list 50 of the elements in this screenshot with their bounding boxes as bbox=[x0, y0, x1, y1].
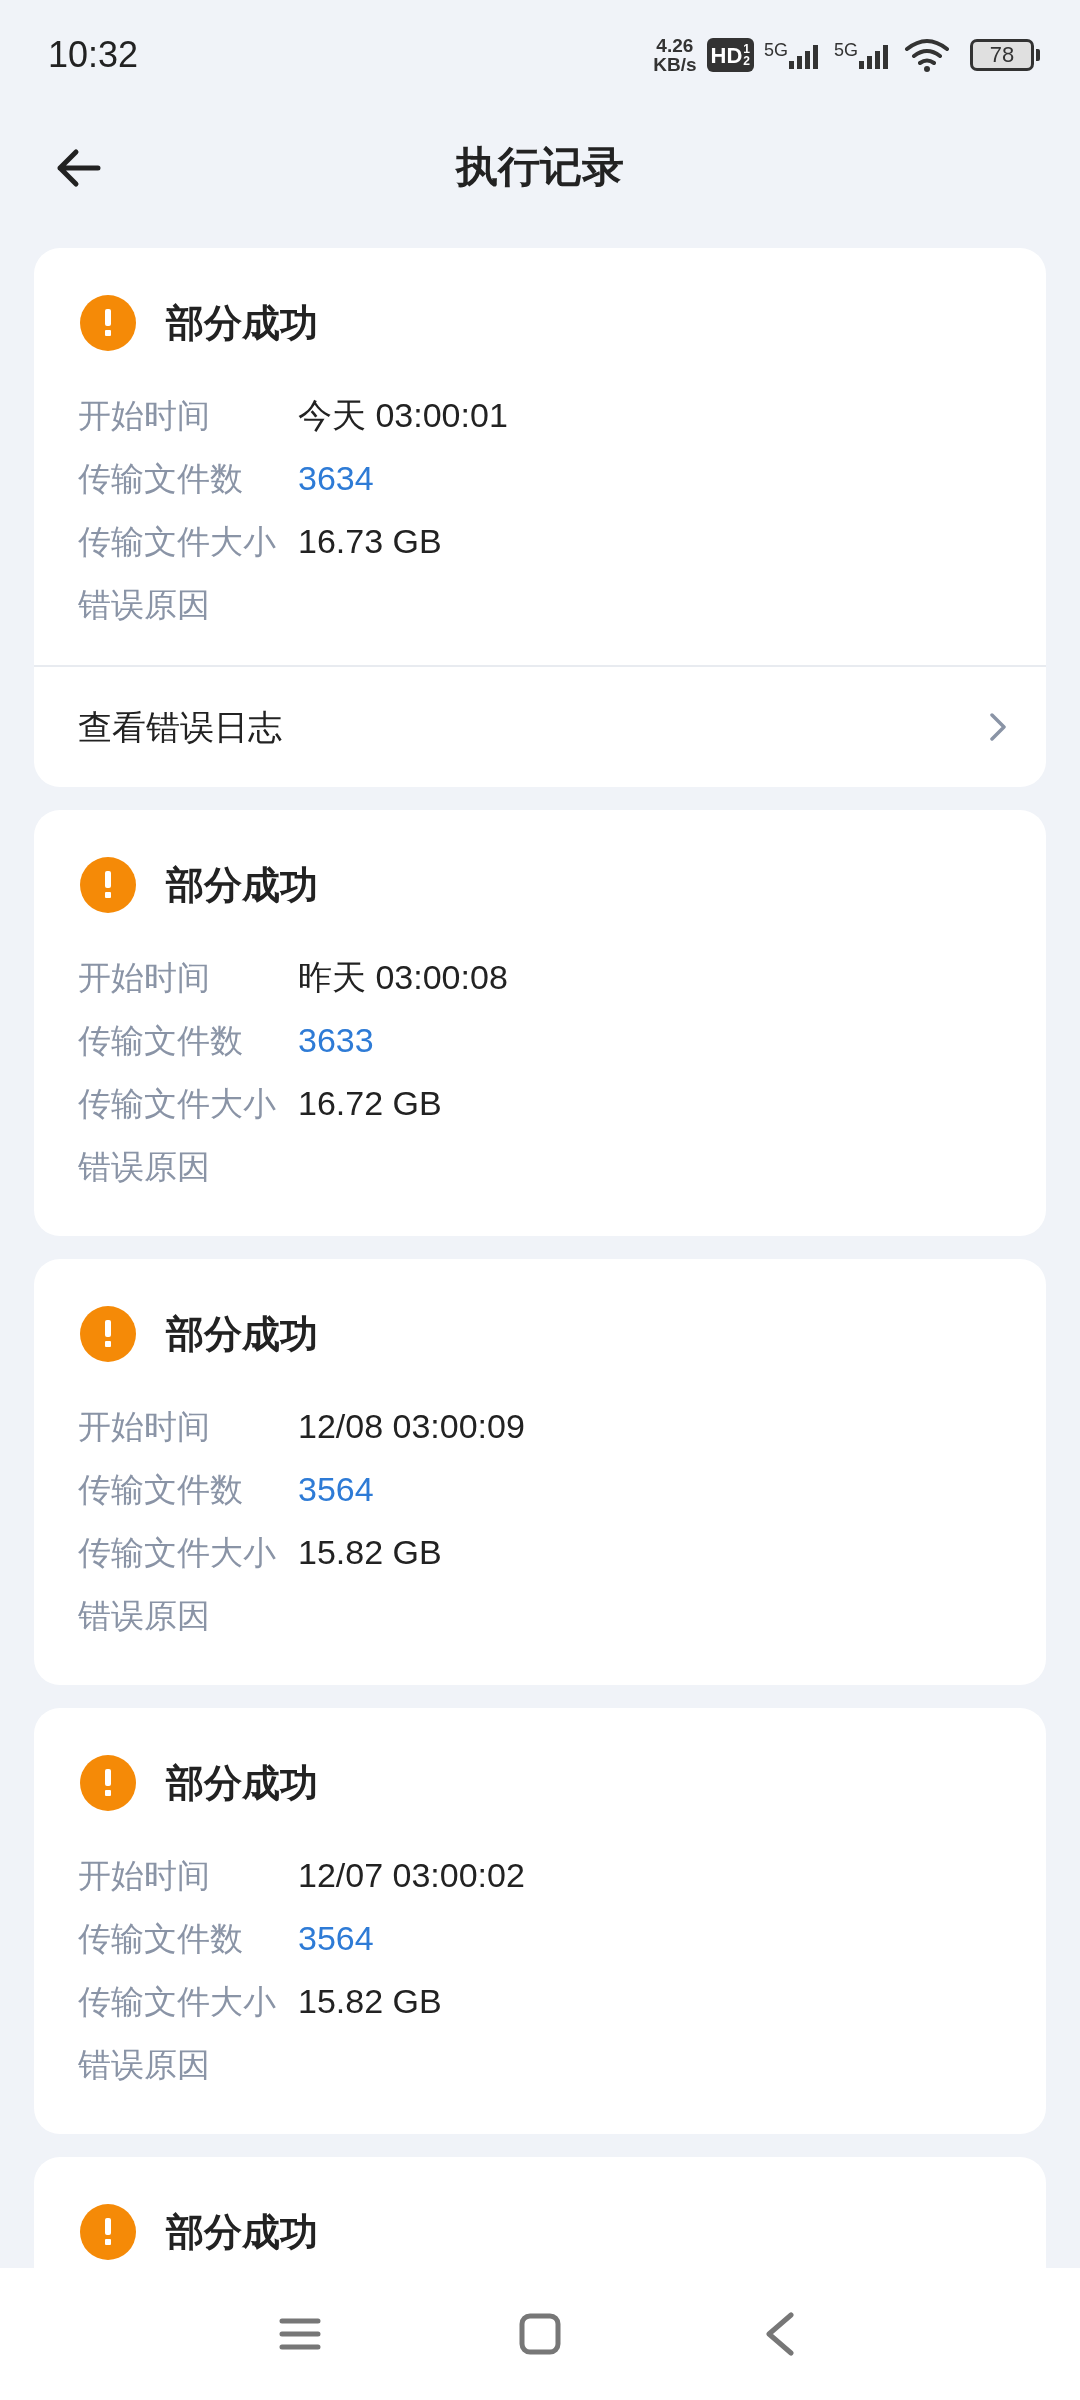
field-label: 传输文件数 bbox=[78, 1918, 244, 1959]
field-label: 传输文件数 bbox=[78, 1469, 244, 1510]
status-title: 部分成功 bbox=[166, 2209, 318, 2255]
field-label: 错误原因 bbox=[78, 1595, 211, 1636]
field-label: 传输文件数 bbox=[78, 458, 244, 499]
field-label: 传输文件大小 bbox=[78, 521, 277, 562]
network-type: 5G bbox=[763, 41, 788, 59]
field-label: 开始时间 bbox=[78, 395, 211, 436]
warning-icon bbox=[80, 2204, 136, 2260]
speed-unit: KB/s bbox=[653, 55, 697, 74]
field-value: 16.73 GB bbox=[298, 521, 442, 562]
error-log-link[interactable]: 查看错误日志 bbox=[34, 665, 1046, 787]
field-value: 3564 bbox=[298, 1918, 374, 1959]
network-speed: 4.26 bbox=[656, 36, 694, 55]
field-label: 传输文件大小 bbox=[78, 1532, 277, 1573]
back-icon bbox=[765, 2312, 795, 2356]
wifi-icon bbox=[904, 38, 950, 72]
warning-icon bbox=[80, 857, 136, 913]
field-label: 开始时间 bbox=[78, 1855, 211, 1896]
menu-icon bbox=[279, 2316, 321, 2352]
field-value: 15.82 GB bbox=[298, 1532, 442, 1573]
field-value: 3633 bbox=[298, 1020, 374, 1061]
field-value: 12/08 03:00:09 bbox=[298, 1406, 525, 1447]
field-label: 传输文件数 bbox=[78, 1020, 244, 1061]
page-title: 执行记录 bbox=[456, 141, 624, 192]
status-title: 部分成功 bbox=[166, 862, 318, 908]
warning-icon bbox=[80, 1306, 136, 1362]
field-label: 开始时间 bbox=[78, 957, 211, 998]
field-value: 昨天 03:00:08 bbox=[298, 957, 508, 998]
field-value: 12/07 03:00:02 bbox=[298, 1855, 525, 1896]
field-label: 错误原因 bbox=[78, 584, 211, 625]
field-value: 3564 bbox=[298, 1469, 374, 1510]
clock-time: 10:32 bbox=[48, 33, 139, 77]
field-label: 传输文件大小 bbox=[78, 1981, 277, 2022]
home-icon bbox=[519, 2313, 561, 2355]
status-title: 部分成功 bbox=[166, 1311, 318, 1357]
field-value: 3634 bbox=[298, 458, 374, 499]
status-title: 部分成功 bbox=[166, 1760, 318, 1806]
field-value: 15.82 GB bbox=[298, 1981, 442, 2022]
field-value: 16.72 GB bbox=[298, 1083, 442, 1124]
field-label: 错误原因 bbox=[78, 1146, 211, 1187]
field-value: 今天 03:00:01 bbox=[298, 395, 508, 436]
warning-icon bbox=[80, 295, 136, 351]
network-type: 5G bbox=[834, 41, 858, 59]
field-label: 开始时间 bbox=[78, 1406, 211, 1447]
chevron-right-icon bbox=[990, 713, 1006, 741]
field-label: 错误原因 bbox=[78, 2044, 211, 2085]
warning-icon bbox=[80, 1755, 136, 1811]
field-label: 传输文件大小 bbox=[78, 1083, 277, 1124]
status-title: 部分成功 bbox=[166, 300, 318, 346]
